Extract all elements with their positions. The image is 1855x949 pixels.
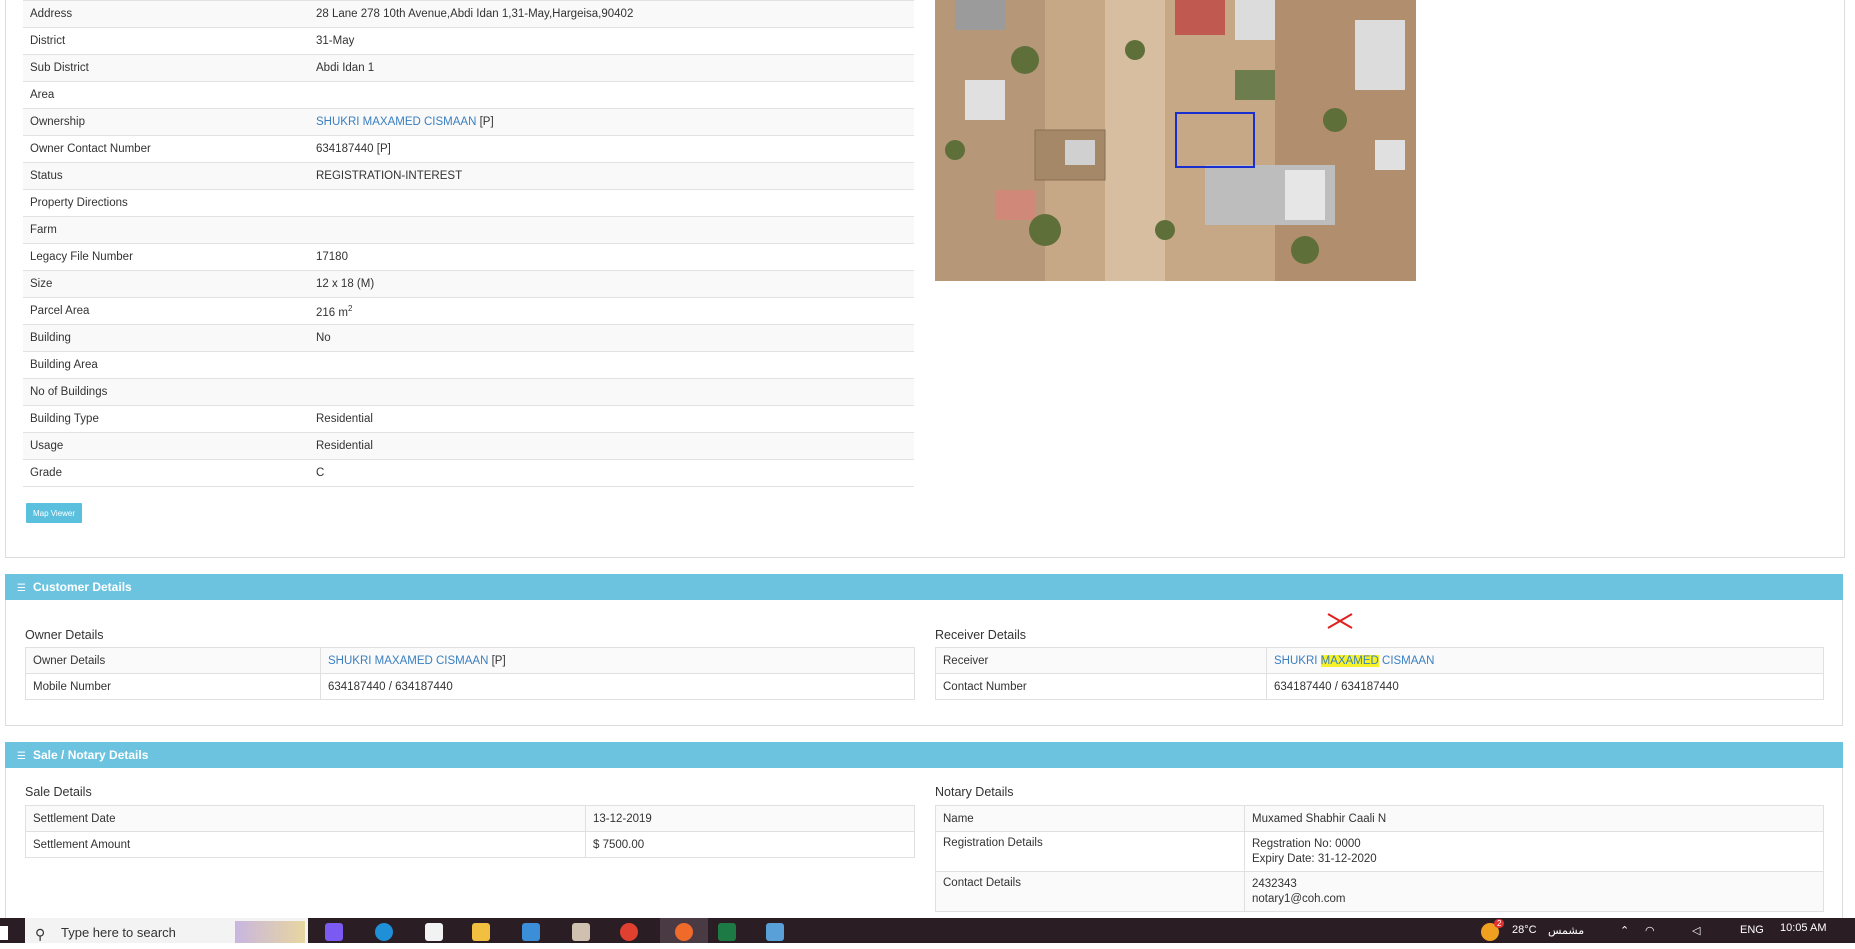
- app-icon[interactable]: [766, 923, 784, 941]
- table-row: Settlement Amount $ 7500.00: [25, 831, 915, 858]
- settlement-date-label: Settlement Date: [25, 805, 586, 832]
- copilot-app-icon[interactable]: [325, 923, 343, 941]
- contact-number-label: Contact Number: [935, 673, 1267, 700]
- notepad-app-icon[interactable]: [425, 923, 443, 941]
- table-row: Registration Details Regstration No: 000…: [935, 831, 1824, 872]
- receiver-name-link[interactable]: SHUKRI MAXAMED CISMAAN: [1274, 654, 1435, 667]
- wifi-icon[interactable]: ◠: [1645, 924, 1655, 937]
- settlement-amount-value: $ 7500.00: [585, 831, 915, 858]
- owner-type-suffix: [P]: [488, 654, 506, 667]
- sale-notary-title: Sale / Notary Details: [33, 748, 149, 762]
- file-explorer-app-icon[interactable]: [472, 923, 490, 941]
- map-viewer-button[interactable]: Map Viewer: [26, 503, 82, 523]
- notary-email: notary1@coh.com: [1252, 892, 1346, 905]
- parcel-outline: [1175, 112, 1255, 168]
- registration-expiry: Expiry Date: 31-12-2020: [1252, 852, 1377, 865]
- owner-details-title: Owner Details: [25, 628, 104, 642]
- x-mark-icon: [1327, 613, 1353, 629]
- store-app-icon[interactable]: [522, 923, 540, 941]
- table-row: Settlement Date 13-12-2019: [25, 805, 915, 832]
- input-language[interactable]: ENG: [1740, 924, 1764, 936]
- clock-time[interactable]: 10:05 AM: [1780, 922, 1826, 934]
- registration-details-value: Regstration No: 0000 Expiry Date: 31-12-…: [1244, 831, 1824, 872]
- sale-notary-header[interactable]: ☰ Sale / Notary Details: [5, 742, 1843, 768]
- taskbar-search-box[interactable]: ⚲ Type here to search: [25, 918, 308, 943]
- customer-details-header[interactable]: ☰ Customer Details: [5, 574, 1843, 600]
- aerial-parcel-image[interactable]: [935, 0, 1416, 281]
- firefox-app-icon[interactable]: [675, 923, 693, 941]
- notary-details-title: Notary Details: [935, 785, 1014, 799]
- owner-details-label: Owner Details: [25, 647, 321, 674]
- settlement-amount-label: Settlement Amount: [25, 831, 586, 858]
- search-highlight-graphic: [235, 921, 305, 943]
- owner-name-link[interactable]: SHUKRI MAXAMED CISMAAN: [328, 655, 488, 667]
- firefox-active-tab[interactable]: [660, 918, 708, 943]
- receiver-value: SHUKRI MAXAMED CISMAAN: [1266, 647, 1824, 674]
- receiver-last-name: CISMAAN: [1378, 654, 1435, 667]
- table-row: Owner Details SHUKRI MAXAMED CISMAAN [P]: [25, 647, 915, 674]
- receiver-highlighted-name: MAXAMED: [1320, 654, 1379, 667]
- table-row: Mobile Number 634187440 / 634187440: [25, 673, 915, 700]
- contact-details-label: Contact Details: [935, 871, 1245, 912]
- receiver-details-table: Receiver SHUKRI MAXAMED CISMAAN Contact …: [935, 647, 1824, 700]
- edge-app-icon[interactable]: [375, 923, 393, 941]
- excel-app-icon[interactable]: [718, 923, 736, 941]
- customer-details-title: Customer Details: [33, 580, 132, 594]
- owner-details-table: Owner Details SHUKRI MAXAMED CISMAAN [P]…: [25, 647, 915, 700]
- search-placeholder: Type here to search: [61, 925, 176, 940]
- table-row: Contact Number 634187440 / 634187440: [935, 673, 1824, 700]
- sale-details-title: Sale Details: [25, 785, 92, 799]
- chrome-app-icon[interactable]: [620, 923, 638, 941]
- weather-text: مشمس: [1548, 925, 1585, 937]
- receiver-details-title: Receiver Details: [935, 628, 1027, 642]
- windows-icon[interactable]: [0, 926, 8, 940]
- notary-details-table: Name Muxamed Shabhir Caali N Registratio…: [935, 805, 1824, 912]
- table-row: Receiver SHUKRI MAXAMED CISMAAN: [935, 647, 1824, 674]
- contact-number-value: 634187440 / 634187440: [1266, 673, 1824, 700]
- notary-name-value: Muxamed Shabhir Caali N: [1244, 805, 1824, 832]
- list-icon: ☰: [17, 583, 26, 594]
- registration-number: Regstration No: 0000: [1252, 837, 1361, 850]
- receiver-label: Receiver: [935, 647, 1267, 674]
- speaker-icon[interactable]: ◁: [1692, 924, 1700, 937]
- owner-details-value: SHUKRI MAXAMED CISMAAN [P]: [320, 647, 915, 674]
- notary-phone: 2432343: [1252, 877, 1297, 890]
- weather-temperature: 28°C: [1512, 924, 1537, 936]
- property-panel: [5, 0, 1845, 558]
- windows-taskbar: ⚲ Type here to search 2 28°C مشمس ⌃ ◠ ◁ …: [0, 918, 1855, 943]
- contact-details-value: 2432343 notary1@coh.com: [1244, 871, 1824, 912]
- notification-badge: 2: [1494, 919, 1505, 928]
- paint-app-icon[interactable]: [572, 923, 590, 941]
- list-icon: ☰: [17, 751, 26, 762]
- table-row: Name Muxamed Shabhir Caali N: [935, 805, 1824, 832]
- chevron-up-icon[interactable]: ⌃: [1620, 924, 1629, 937]
- mobile-number-value: 634187440 / 634187440: [320, 673, 915, 700]
- search-icon: ⚲: [35, 926, 46, 942]
- mobile-number-label: Mobile Number: [25, 673, 321, 700]
- table-row: Contact Details 2432343 notary1@coh.com: [935, 871, 1824, 912]
- settlement-date-value: 13-12-2019: [585, 805, 915, 832]
- receiver-first-name: SHUKRI: [1274, 654, 1321, 667]
- registration-details-label: Registration Details: [935, 831, 1245, 872]
- sale-details-table: Settlement Date 13-12-2019 Settlement Am…: [25, 805, 915, 858]
- notary-name-label: Name: [935, 805, 1245, 832]
